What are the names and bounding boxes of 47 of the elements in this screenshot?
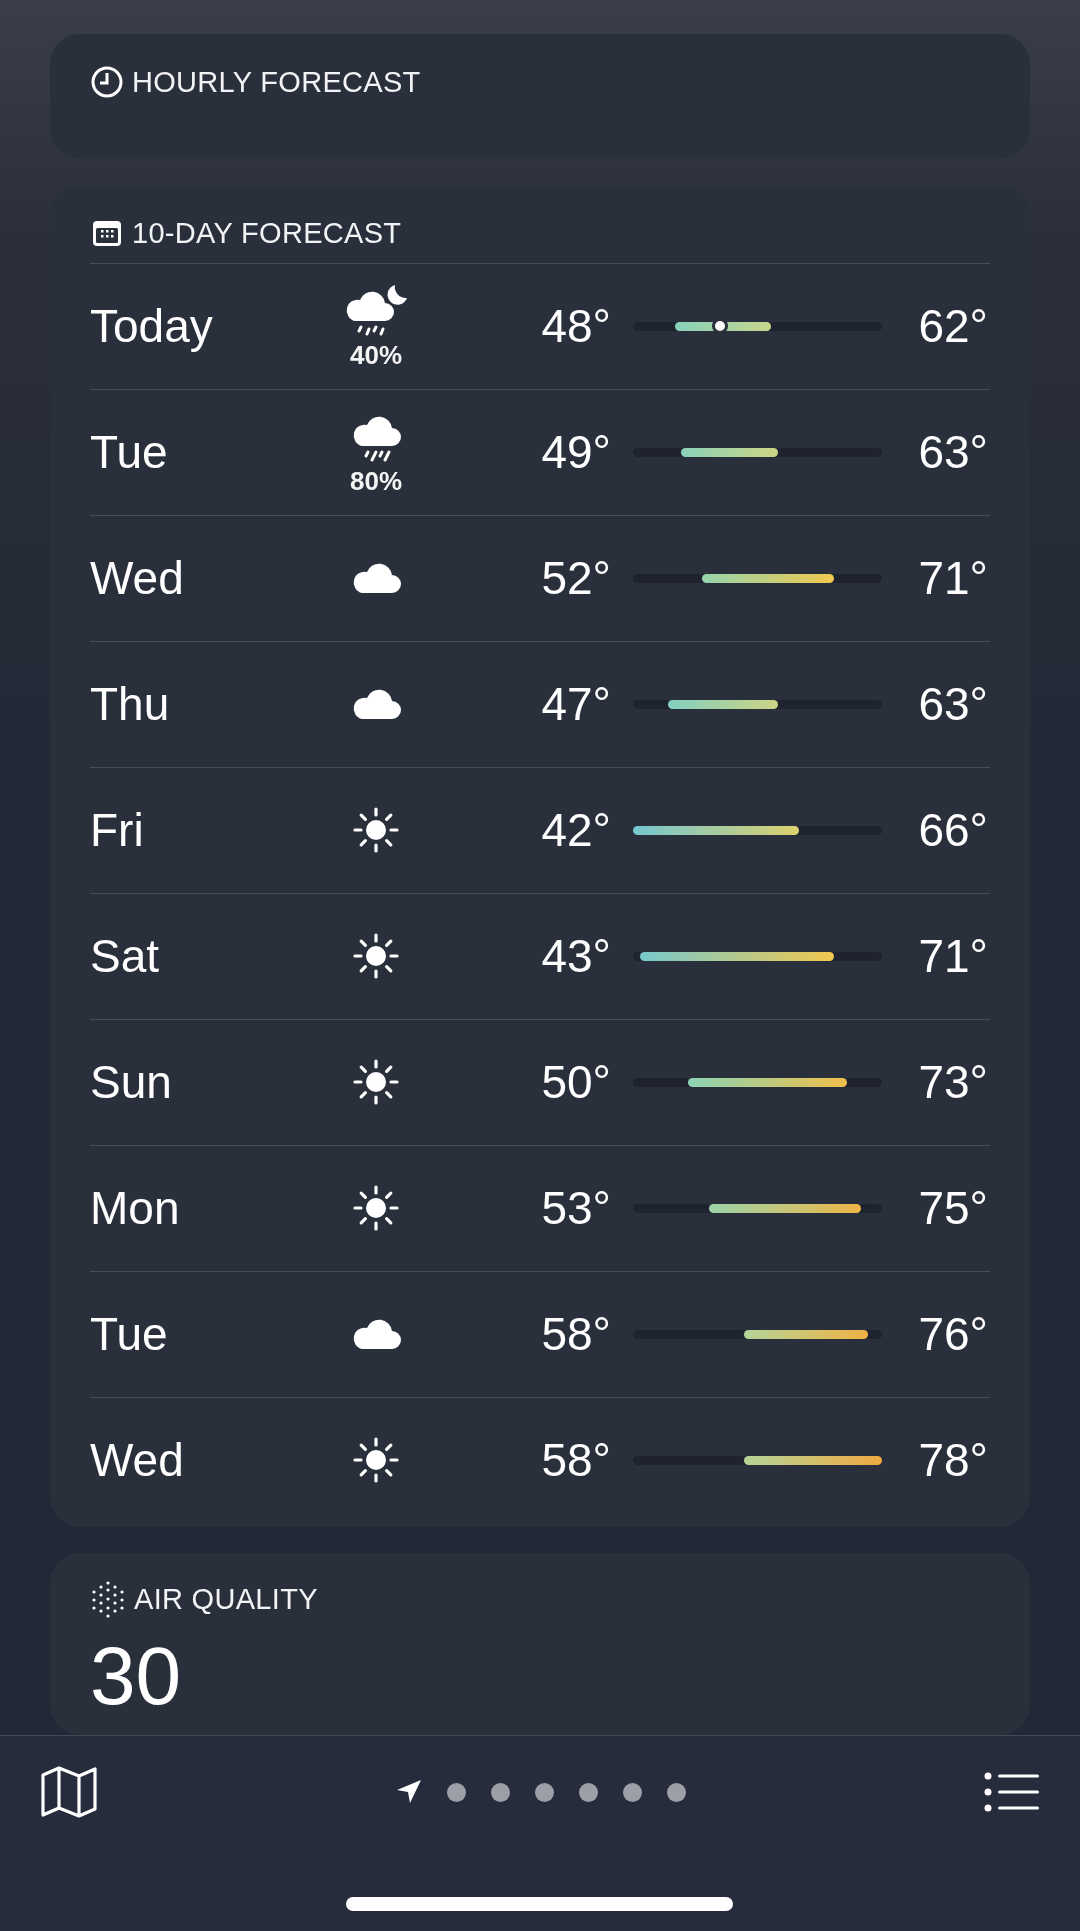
low-temperature: 42° <box>540 802 611 858</box>
section-title: HOURLY FORECAST <box>132 65 421 100</box>
day-label: Fri <box>90 802 145 858</box>
page-dot[interactable] <box>491 1782 510 1802</box>
page-dot[interactable] <box>447 1782 466 1802</box>
air-quality-value: 30 <box>90 1630 183 1721</box>
day-label: Today <box>90 298 214 354</box>
high-temperature: 62° <box>917 298 988 354</box>
high-temperature: 66° <box>917 802 988 858</box>
high-temperature: 76° <box>917 1306 988 1362</box>
page-dot[interactable] <box>623 1782 642 1802</box>
precipitation-chance: 80% <box>349 467 402 496</box>
day-label: Thu <box>90 676 171 732</box>
location-arrow-icon[interactable] <box>396 1779 422 1805</box>
section-title: AIR QUALITY <box>134 1581 318 1617</box>
day-label: Sat <box>90 928 161 984</box>
low-temperature: 50° <box>540 1054 611 1110</box>
low-temperature: 58° <box>540 1432 611 1488</box>
precipitation-chance: 40% <box>349 341 402 370</box>
page-dot[interactable] <box>667 1782 686 1802</box>
day-label: Wed <box>90 550 185 606</box>
low-temperature: 47° <box>540 676 611 732</box>
dots-icon <box>90 1579 126 1618</box>
day-label: Tue <box>90 1306 169 1362</box>
low-temperature: 43° <box>540 928 611 984</box>
high-temperature: 63° <box>917 424 988 480</box>
section-title: 10-DAY FORECAST <box>132 215 402 251</box>
list-icon[interactable] <box>984 1772 1040 1812</box>
clock-icon <box>90 65 124 99</box>
day-label: Mon <box>90 1180 181 1236</box>
high-temperature: 73° <box>917 1054 988 1110</box>
day-label: Tue <box>90 424 169 480</box>
low-temperature: 48° <box>540 298 611 354</box>
day-label: Wed <box>90 1432 185 1488</box>
low-temperature: 49° <box>540 424 611 480</box>
high-temperature: 78° <box>917 1432 988 1488</box>
page-dot[interactable] <box>535 1782 554 1802</box>
high-temperature: 63° <box>917 676 988 732</box>
low-temperature: 52° <box>540 550 611 606</box>
map-icon[interactable] <box>40 1766 98 1818</box>
low-temperature: 58° <box>540 1306 611 1362</box>
page-dot[interactable] <box>579 1782 598 1802</box>
high-temperature: 75° <box>917 1180 988 1236</box>
low-temperature: 53° <box>540 1180 611 1236</box>
day-label: Sun <box>90 1054 173 1110</box>
high-temperature: 71° <box>917 928 988 984</box>
high-temperature: 71° <box>917 550 988 606</box>
